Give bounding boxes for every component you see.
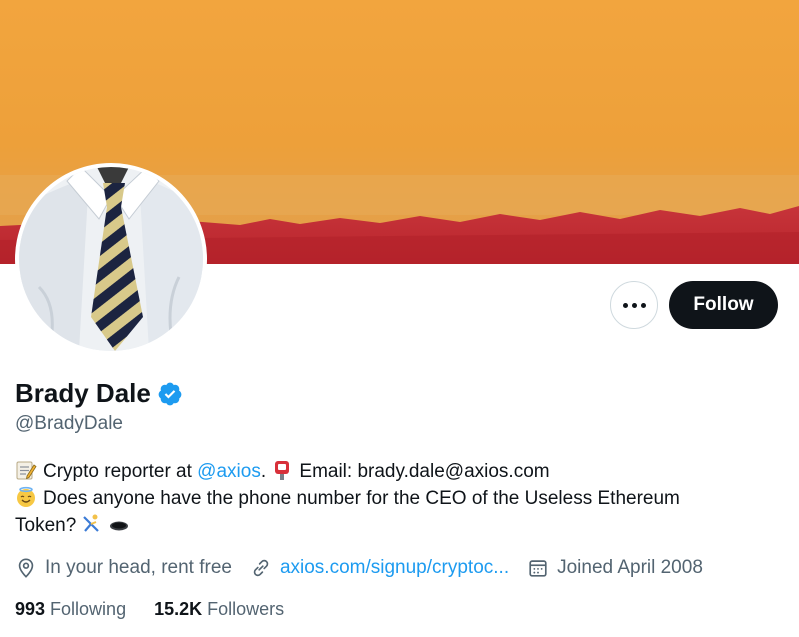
more-options-button[interactable] <box>610 281 658 329</box>
profile-website[interactable]: axios.com/signup/cryptoc... <box>250 557 509 579</box>
followers-link[interactable]: 15.2K Followers <box>154 599 284 620</box>
website-link[interactable]: axios.com/signup/cryptoc... <box>280 557 509 579</box>
bio-email-text: Email: brady.dale@axios.com <box>299 461 550 482</box>
profile-handle: @BradyDale <box>15 413 123 434</box>
profile-bio: Crypto reporter at @axios. Email: brady.… <box>15 458 775 539</box>
follow-button[interactable]: Follow <box>669 281 778 329</box>
following-link[interactable]: 993 Following <box>15 599 126 620</box>
profile-page: Follow Brady Dale @BradyDale Crypto repo… <box>0 0 799 637</box>
location-text: In your head, rent free <box>45 557 232 578</box>
bio-text: Crypto reporter at <box>43 461 198 482</box>
memo-emoji-icon <box>16 461 37 480</box>
bio-line-1: Crypto reporter at @axios. Email: brady.… <box>15 458 775 485</box>
location-pin-icon <box>18 558 34 578</box>
bio-line-3: Token? <box>15 512 775 539</box>
joined-text: Joined April 2008 <box>557 557 703 578</box>
following-count: 993 <box>15 599 46 619</box>
profile-meta-row: In your head, rent free axios.com/signup… <box>15 557 721 579</box>
avatar-photo <box>19 167 203 351</box>
profile-joined-date: Joined April 2008 <box>527 557 703 579</box>
bio-mention-link[interactable]: @axios <box>197 461 261 482</box>
bio-line-2: Does anyone have the phone number for th… <box>15 485 775 512</box>
followers-label: Followers <box>207 599 285 619</box>
profile-location: In your head, rent free <box>15 557 232 579</box>
profile-avatar[interactable] <box>15 163 207 355</box>
bio-text: Does anyone have the phone number for th… <box>43 488 680 509</box>
smiling-halo-emoji-icon <box>17 486 35 507</box>
followers-count: 15.2K <box>154 599 203 619</box>
bio-text: Token? <box>15 515 77 536</box>
bio-text: . <box>260 461 272 482</box>
profile-name-row: Brady Dale <box>15 378 183 409</box>
postbox-emoji-icon <box>275 461 290 480</box>
profile-stats: 993 Following 15.2K Followers <box>15 599 312 620</box>
verified-badge-icon[interactable] <box>157 381 183 407</box>
link-icon <box>253 559 269 577</box>
display-name: Brady Dale <box>15 378 151 408</box>
cartwheel-emoji-icon <box>83 514 100 532</box>
more-horizontal-icon <box>622 302 646 308</box>
following-label: Following <box>50 599 127 619</box>
avatar-shirt-tie-illustration <box>19 167 203 351</box>
hole-emoji-icon <box>110 521 129 531</box>
calendar-icon <box>529 560 547 577</box>
